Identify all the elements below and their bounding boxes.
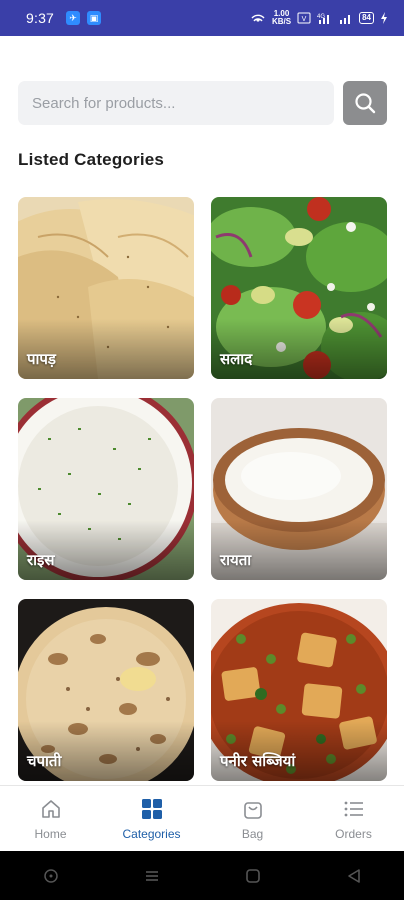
category-card-chapati[interactable]: चपाती [18, 599, 194, 781]
signal-icon [340, 15, 351, 24]
category-label: सलाद [220, 350, 253, 368]
recents-icon[interactable] [144, 868, 160, 884]
volte-icon: V [297, 12, 311, 24]
nav-categories[interactable]: Categories [101, 786, 202, 851]
signal-4g-icon: 4G [317, 14, 330, 24]
app-notification-icon-2: ▣ [87, 11, 102, 25]
category-label: राइस [27, 551, 55, 569]
app-notification-icon: ✈ [66, 11, 81, 25]
notification-icons: ✈ ▣ [66, 11, 102, 25]
search-button[interactable] [343, 81, 387, 125]
nav-bag-label: Bag [241, 826, 264, 841]
status-right-icons: 1.00 KB/S V 4G 84 [250, 10, 388, 26]
nav-categories-label: Categories [122, 826, 181, 841]
category-card-paneer[interactable]: पनीर सब्जियां [211, 599, 387, 781]
home-button-icon[interactable] [245, 868, 261, 884]
home-icon [39, 797, 63, 821]
nav-home[interactable]: Home [0, 786, 101, 851]
bottom-nav: Home Categories Bag Orders [0, 785, 404, 851]
nav-bag[interactable]: Bag [202, 786, 303, 851]
accessibility-icon[interactable] [43, 868, 59, 884]
search-icon [355, 93, 376, 114]
nav-home-label: Home [34, 826, 67, 841]
charging-icon [381, 12, 387, 24]
search-row [18, 81, 387, 125]
category-grid: पापड़ सलाद राइस रायता चपाती पनीर सब्जिया… [18, 197, 387, 781]
category-label: चपाती [27, 752, 62, 770]
category-card-raita[interactable]: रायता [211, 398, 387, 580]
hotspot-icon [251, 14, 265, 22]
nav-orders[interactable]: Orders [303, 786, 404, 851]
bag-icon [241, 797, 265, 821]
svg-text:V: V [302, 16, 307, 23]
battery-icon: 84 [359, 12, 374, 24]
status-bar: 9:37 ✈ ▣ 1.00 KB/S V 4G 84 [0, 0, 404, 36]
category-card-salad[interactable]: सलाद [211, 197, 387, 379]
category-label: पनीर सब्जियां [220, 752, 296, 770]
category-label: रायता [220, 551, 252, 569]
section-title: Listed Categories [18, 150, 165, 169]
status-time: 9:37 [26, 10, 55, 26]
app-screen: 9:37 ✈ ▣ 1.00 KB/S V 4G 84 Search for pr… [0, 0, 404, 900]
back-icon[interactable] [346, 868, 362, 884]
category-card-rice[interactable]: राइस [18, 398, 194, 580]
category-card-papad[interactable]: पापड़ [18, 197, 194, 379]
nav-orders-label: Orders [335, 826, 372, 841]
search-input[interactable] [32, 94, 334, 112]
list-icon [342, 797, 366, 821]
network-speed: 1.00 KB/S [271, 9, 292, 26]
system-nav-bar [0, 851, 404, 900]
search-box[interactable] [18, 81, 334, 125]
category-label: पापड़ [27, 350, 56, 368]
grid-icon [140, 797, 164, 821]
